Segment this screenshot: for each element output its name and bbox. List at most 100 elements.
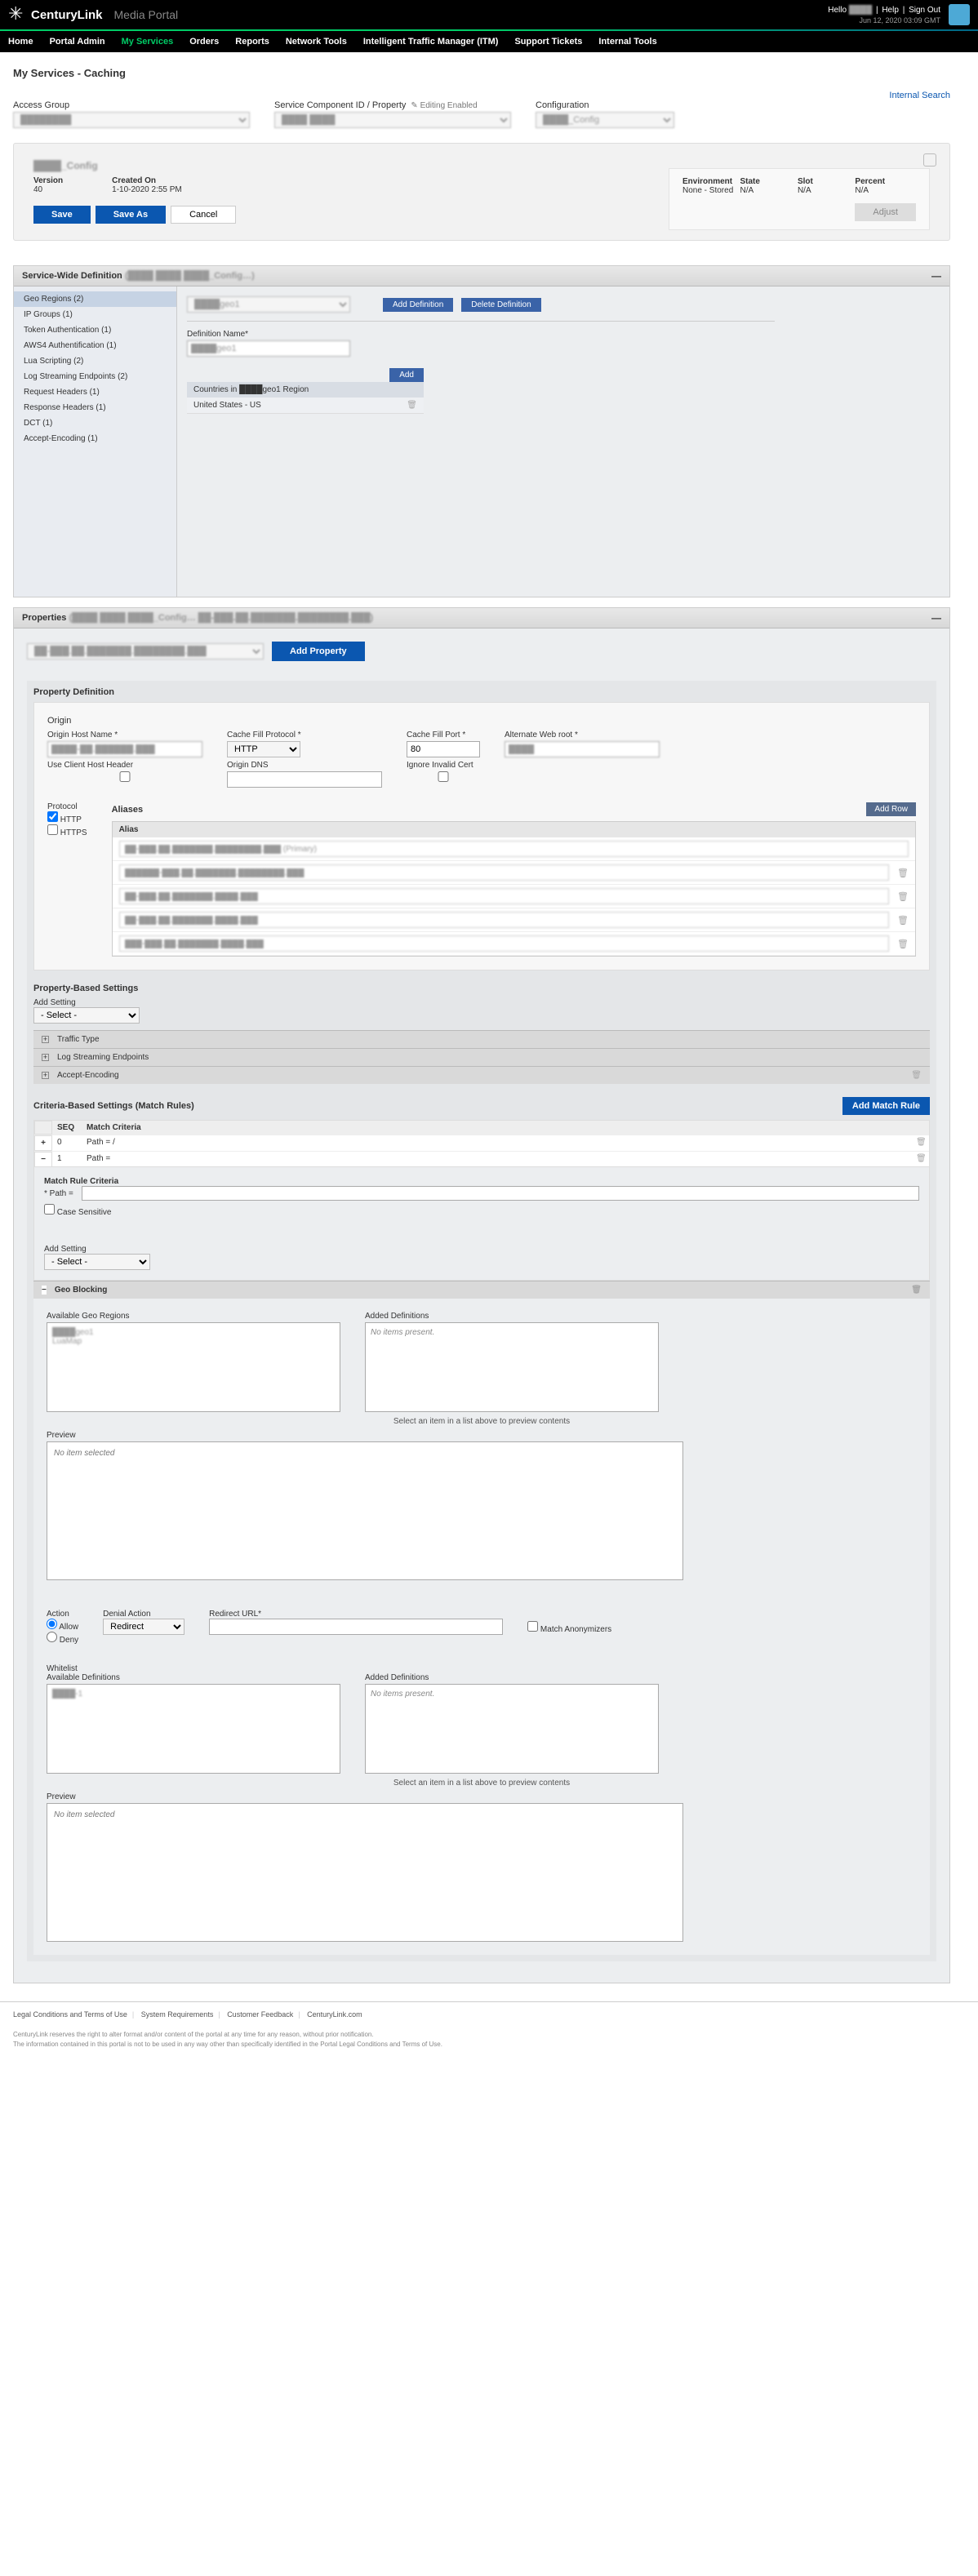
allow-radio[interactable] [47, 1619, 57, 1629]
nav-orders[interactable]: Orders [189, 37, 219, 47]
sidenav-req-headers[interactable]: Request Headers (1) [14, 384, 176, 400]
alias-input[interactable] [119, 912, 889, 928]
match-anonymizers-checkbox[interactable] [527, 1621, 538, 1632]
add-match-rule-button[interactable]: Add Match Rule [842, 1097, 930, 1115]
sidenav-lua[interactable]: Lua Scripting (2) [14, 353, 176, 369]
nav-itm[interactable]: Intelligent Traffic Manager (ITM) [363, 37, 499, 47]
nav-support[interactable]: Support Tickets [514, 37, 582, 47]
footer-feedback[interactable]: Customer Feedback [227, 2010, 293, 2019]
logo[interactable]: CenturyLink Media Portal [8, 7, 178, 23]
uchh-checkbox[interactable] [47, 771, 202, 782]
nav-my-services[interactable]: My Services [122, 37, 174, 47]
add-setting-select-2[interactable]: - Select - [44, 1254, 150, 1270]
sidenav-dct[interactable]: DCT (1) [14, 415, 176, 431]
http-checkbox[interactable] [47, 811, 58, 822]
nav-portal-admin[interactable]: Portal Admin [50, 37, 105, 47]
cancel-button[interactable]: Cancel [171, 206, 236, 224]
trash-icon[interactable]: 🗑 [897, 915, 909, 926]
nav-network-tools[interactable]: Network Tools [286, 37, 347, 47]
list-item[interactable]: LuaMap [52, 1337, 335, 1346]
denial-action-select[interactable]: Redirect [103, 1619, 184, 1635]
geo-blocking-header[interactable]: −Geo Blocking🗑 [33, 1281, 930, 1299]
sidenav-log-streaming[interactable]: Log Streaming Endpoints (2) [14, 369, 176, 384]
add-setting-select[interactable]: - Select - [33, 1007, 140, 1024]
avail-geo-listbox[interactable]: ████geo1 LuaMap [47, 1322, 340, 1412]
setting-log-streaming[interactable]: +Log Streaming Endpoints [33, 1048, 930, 1066]
whitelist-added-listbox[interactable]: No items present. [365, 1684, 659, 1774]
add-property-button[interactable]: Add Property [272, 642, 365, 661]
collapse-icon[interactable]: − [42, 1286, 47, 1295]
deny-radio[interactable] [47, 1632, 57, 1642]
internal-search-link[interactable]: Internal Search [889, 91, 950, 100]
expand-icon[interactable]: + [42, 1072, 49, 1079]
setting-accept-encoding[interactable]: +Accept-Encoding🗑 [33, 1066, 930, 1084]
cfp-select[interactable]: HTTP [227, 741, 300, 757]
trash-icon[interactable]: 🗑 [897, 868, 909, 878]
sidenav-aws4-auth[interactable]: AWS4 Authentification (1) [14, 338, 176, 353]
whitelist-label: Whitelist [47, 1664, 917, 1673]
expand-icon[interactable]: + [42, 1054, 49, 1061]
rule-row[interactable]: +0Path = /🗑 [34, 1135, 929, 1151]
trash-icon[interactable]: 🗑 [911, 1135, 929, 1151]
add-definition-button[interactable]: Add Definition [383, 298, 453, 312]
alias-input[interactable] [119, 935, 889, 952]
trash-icon[interactable]: 🗑 [911, 1286, 922, 1295]
access-group-select[interactable]: ████████ [13, 112, 250, 128]
collapse-icon[interactable]: − [34, 1152, 52, 1167]
whitelist-avail-listbox[interactable]: ████-1 [47, 1684, 340, 1774]
sidenav-ip-groups[interactable]: IP Groups (1) [14, 307, 176, 322]
properties-panel-header[interactable]: Properties (████ ████ ████_Config… ██-██… [14, 608, 949, 628]
footer-ctl[interactable]: CenturyLink.com [307, 2010, 362, 2019]
add-country-button[interactable]: Add [389, 368, 424, 382]
trash-icon[interactable]: 🗑 [911, 1152, 929, 1167]
signout-link[interactable]: Sign Out [909, 6, 940, 15]
def-name-input[interactable] [187, 340, 350, 357]
added-def-listbox[interactable]: No items present. [365, 1322, 659, 1412]
add-row-button[interactable]: Add Row [866, 802, 916, 816]
save-as-button[interactable]: Save As [96, 206, 166, 224]
cfport-input[interactable] [407, 741, 480, 757]
nav-internal[interactable]: Internal Tools [598, 37, 656, 47]
footer-sysreq[interactable]: System Requirements [141, 2010, 214, 2019]
case-sensitive-checkbox[interactable] [44, 1204, 55, 1215]
nav-reports[interactable]: Reports [235, 37, 269, 47]
collapse-icon[interactable]: — [931, 270, 941, 282]
trash-icon[interactable]: 🗑 [897, 939, 909, 949]
save-button[interactable]: Save [33, 206, 91, 224]
sidenav-accept-encoding[interactable]: Accept-Encoding (1) [14, 431, 176, 446]
configuration-select[interactable]: ████_Config [536, 112, 674, 128]
https-checkbox[interactable] [47, 824, 58, 835]
scid-select[interactable]: ████ ████ [274, 112, 511, 128]
property-select[interactable]: ██-███.██.███████.████████.███ [27, 643, 264, 660]
expand-icon[interactable]: + [42, 1036, 49, 1043]
sidenav-resp-headers[interactable]: Response Headers (1) [14, 400, 176, 415]
delete-definition-button[interactable]: Delete Definition [461, 298, 540, 312]
path-input[interactable] [82, 1186, 919, 1201]
definition-select[interactable]: ████geo1 [187, 296, 350, 313]
awr-input[interactable] [505, 741, 660, 757]
expand-icon[interactable]: + [34, 1135, 52, 1151]
definition-pane: ████geo1 Add Definition Delete Definitio… [177, 286, 949, 597]
sidenav-token-auth[interactable]: Token Authentication (1) [14, 322, 176, 338]
rule-row[interactable]: −1Path =🗑 [34, 1151, 929, 1167]
redirect-url-input[interactable] [209, 1619, 503, 1635]
footer-legal[interactable]: Legal Conditions and Terms of Use [13, 2010, 127, 2019]
alias-input[interactable] [119, 841, 909, 857]
trash-icon[interactable]: 🗑 [897, 891, 909, 902]
trash-icon[interactable]: 🗑 [407, 401, 417, 410]
list-item[interactable]: ████geo1 [52, 1328, 335, 1337]
nav-home[interactable]: Home [8, 37, 33, 47]
sidenav-geo-regions[interactable]: Geo Regions (2) [14, 291, 176, 307]
help-link[interactable]: Help [882, 6, 899, 15]
trash-icon[interactable]: 🗑 [911, 1071, 922, 1080]
list-item[interactable]: ████-1 [52, 1690, 335, 1699]
setting-traffic-type[interactable]: +Traffic Type [33, 1030, 930, 1048]
alias-input[interactable] [119, 888, 889, 904]
iic-checkbox[interactable] [407, 771, 480, 782]
swd-panel-header[interactable]: Service-Wide Definition (████ ████ ████_… [14, 266, 949, 286]
odns-input[interactable] [227, 771, 382, 788]
adjust-button[interactable]: Adjust [855, 203, 916, 221]
ohn-input[interactable] [47, 741, 202, 757]
alias-input[interactable] [119, 864, 889, 881]
collapse-icon[interactable]: — [931, 612, 941, 624]
